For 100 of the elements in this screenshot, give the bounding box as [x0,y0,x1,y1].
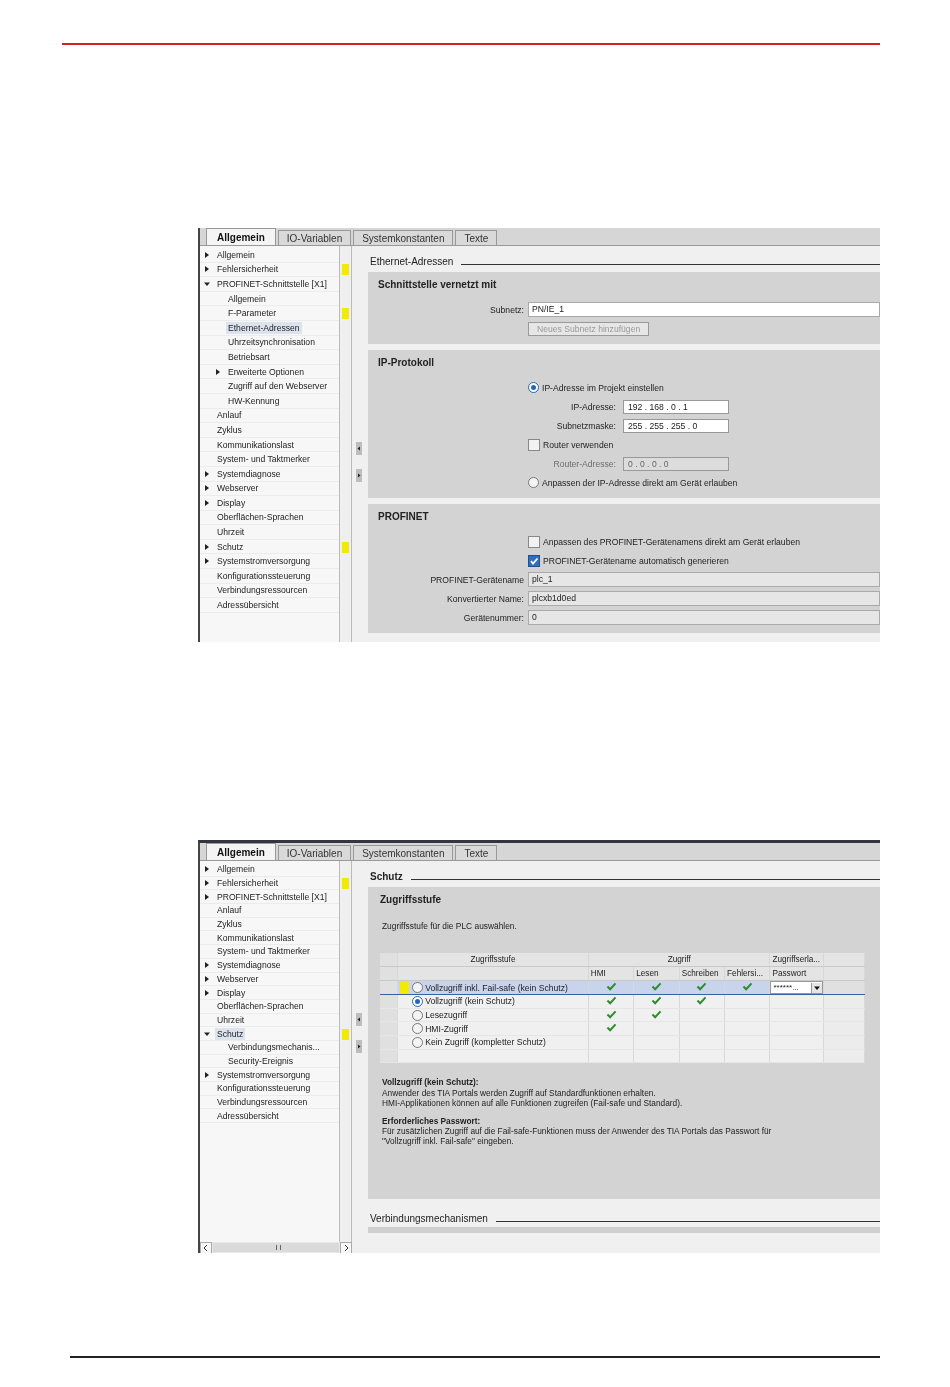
input-field[interactable]: 0 [528,610,880,625]
expander-icon[interactable] [204,962,210,969]
tab[interactable]: IO-Variablen [277,845,352,860]
tab[interactable]: Systemkonstanten [353,845,454,860]
nav-item[interactable]: System- und Taktmerker [215,945,312,958]
expander-icon[interactable] [204,880,210,887]
expander-icon[interactable] [204,499,210,506]
expand-right-icon[interactable] [356,1040,362,1053]
field-label: Subnetzmaske: [555,420,617,431]
radio-button[interactable] [412,982,424,993]
nav-item[interactable]: Verbindungsressourcen [215,584,310,597]
expander-icon[interactable] [204,543,210,550]
radio-button[interactable] [412,1036,424,1048]
tab[interactable]: IO-Variablen [277,230,352,245]
table-row[interactable]: Lesezugriff [380,1008,865,1022]
password-dropdown[interactable]: ******... [770,981,823,994]
tab[interactable]: Allgemein [206,843,276,860]
checkbox[interactable] [528,535,540,548]
address-field[interactable]: 255 . 255 . 255 . 0 [623,418,729,433]
nav-item[interactable]: Systemstromversorgung [215,555,313,568]
nav-item[interactable]: Adressübersicht [215,1109,281,1122]
expander-icon[interactable] [204,975,210,982]
table-row[interactable]: HMI-Zugriff [380,1021,865,1036]
nav-item[interactable]: System- und Taktmerker [215,453,312,466]
expand-right-icon[interactable] [356,469,362,482]
nav-item[interactable]: Systemdiagnose [215,467,283,480]
radio-button[interactable] [528,477,539,488]
expander-icon[interactable] [204,1071,210,1078]
nav-item[interactable]: Verbindungsmechanis... [226,1041,322,1054]
nav-item[interactable]: Allgemein [226,292,268,305]
scroll-right-icon[interactable] [340,1241,352,1253]
checkbox[interactable] [528,438,540,451]
expander-icon[interactable] [204,893,210,900]
nav-item[interactable]: Betriebsart [226,350,272,363]
nav-item[interactable]: Zugriff auf den Webserver [226,380,330,393]
radio-button[interactable] [528,382,539,393]
expander-icon[interactable] [204,470,210,477]
nav-item[interactable]: Uhrzeit [215,526,247,539]
expander-icon[interactable] [215,368,221,375]
nav-item[interactable]: Verbindungsressourcen [215,1096,310,1109]
tab[interactable]: Allgemein [206,228,276,245]
nav-item[interactable]: Schutz [215,1027,246,1040]
expander-icon[interactable] [204,1030,210,1037]
nav-item[interactable]: Display [215,986,248,999]
nav-item[interactable]: Allgemein [215,863,257,876]
expander-icon[interactable] [204,485,210,492]
radio-button[interactable] [412,1023,424,1035]
expander-icon[interactable] [204,989,210,996]
collapse-left-icon[interactable] [356,1013,362,1026]
nav-item[interactable]: Kommunikationslast [215,931,296,944]
nav-item[interactable]: Zyklus [215,918,244,931]
table-row[interactable]: Vollzugriff (kein Schutz) [380,994,865,1009]
input-field[interactable]: plcxb1d0ed [528,591,880,606]
tab[interactable]: Texte [455,230,498,245]
table-row[interactable]: Vollzugriff inkl. Fail-safe (kein Schutz) ******... [380,980,865,995]
expander-icon[interactable] [204,558,210,565]
caret-icon[interactable] [810,982,822,993]
nav-item[interactable]: Erweiterte Optionen [226,365,306,378]
tab[interactable]: Systemkonstanten [353,230,454,245]
nav-item[interactable]: Fehlersicherheit [215,263,281,276]
nav-item[interactable]: Fehlersicherheit [215,877,281,890]
nav-item[interactable]: Systemdiagnose [215,959,283,972]
scrollbar-thumb[interactable] [213,1243,339,1252]
radio-button[interactable] [412,1009,424,1021]
nav-item[interactable]: Uhrzeitsynchronisation [226,336,317,349]
nav-item[interactable]: HW-Kennung [226,394,282,407]
input-field[interactable]: PN/IE_1 [528,302,880,317]
nav-item[interactable]: PROFINET-Schnittstelle [X1] [215,278,329,290]
nav-item[interactable]: Systemstromversorgung [215,1068,313,1081]
nav-item[interactable]: Konfigurationssteuerung [215,569,313,582]
expander-icon[interactable] [204,266,210,273]
table-row[interactable]: Kein Zugriff (kompletter Schutz) [380,1035,865,1050]
nav-item[interactable]: F-Parameter [226,307,279,320]
expander-icon[interactable] [204,866,210,873]
nav-item[interactable]: Adressübersicht [215,599,281,612]
tab[interactable]: Texte [455,845,498,860]
input-field[interactable]: plc_1 [528,572,880,587]
radio-button[interactable] [412,995,424,1007]
nav-item[interactable]: Zyklus [215,423,244,436]
nav-item[interactable]: Konfigurationssteuerung [215,1082,313,1095]
nav-item[interactable]: PROFINET-Schnittstelle [X1] [215,890,329,903]
nav-item[interactable]: Display [215,496,248,509]
nav-item[interactable]: Oberflächen-Sprachen [215,511,306,524]
nav-item[interactable]: Webserver [215,482,261,495]
nav-item[interactable]: Anlauf [215,409,244,422]
nav-item[interactable]: Oberflächen-Sprachen [215,1000,306,1013]
nav-item[interactable]: Allgemein [215,248,257,261]
address-field[interactable]: 192 . 168 . 0 . 1 [623,399,729,414]
expander-icon[interactable] [204,281,210,287]
scroll-left-icon[interactable] [200,1241,212,1253]
nav-item[interactable]: Security-Ereignis [226,1054,295,1067]
nav-item[interactable]: Webserver [215,972,261,985]
nav-item[interactable]: Anlauf [215,904,244,917]
expander-icon[interactable] [204,251,210,258]
nav-item[interactable]: Kommunikationslast [215,438,296,451]
collapse-left-icon[interactable] [356,442,362,455]
nav-item[interactable]: Uhrzeit [215,1013,247,1026]
nav-item[interactable]: Ethernet-Adressen [226,321,302,334]
checkbox[interactable] [528,554,540,567]
nav-item[interactable]: Schutz [215,540,246,553]
